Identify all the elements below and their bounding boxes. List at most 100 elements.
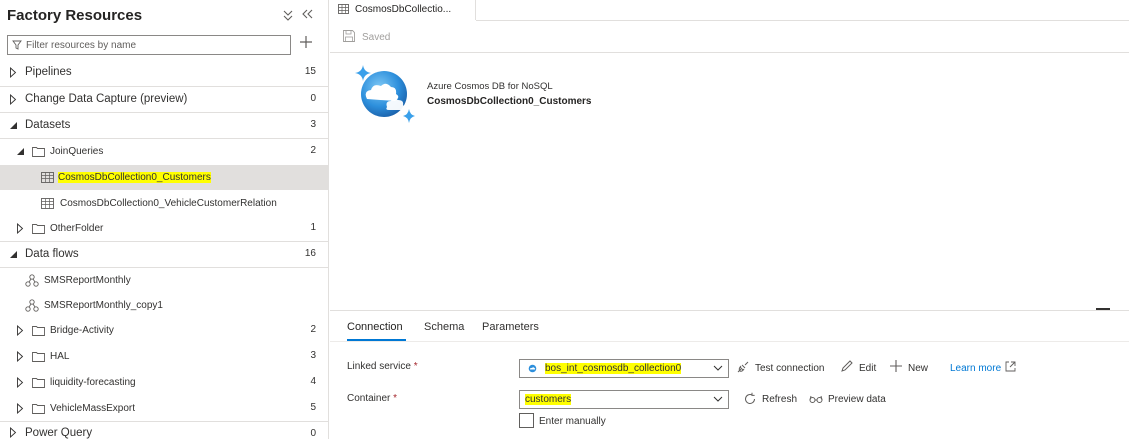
save-icon	[343, 30, 355, 42]
tree-item-vehiclemassexport[interactable]: VehicleMassExport 5	[0, 396, 328, 422]
chevron-expanded-icon[interactable]	[16, 146, 26, 157]
tree-item-label: HAL	[50, 351, 70, 362]
tree-item-datasets[interactable]: Datasets 3	[0, 113, 328, 139]
test-connection-button[interactable]: Test connection	[755, 363, 825, 374]
tree-item-label: liquidity-forecasting	[50, 377, 136, 388]
chevron-right-icon[interactable]	[16, 376, 26, 389]
tree-item-pipelines[interactable]: Pipelines 15	[0, 60, 328, 86]
dataset-name: CosmosDbCollection0_Customers	[427, 96, 592, 107]
container-label: Container *	[347, 393, 398, 404]
item-count: 2	[310, 324, 316, 335]
tree-item-label: Data flows	[25, 248, 79, 260]
refresh-icon	[745, 392, 756, 405]
item-count: 4	[310, 376, 316, 387]
item-count: 3	[310, 350, 316, 361]
tree-item-liquidity-forecasting[interactable]: liquidity-forecasting 4	[0, 370, 328, 396]
table-icon	[41, 198, 54, 209]
tab-schema[interactable]: Schema	[424, 321, 464, 333]
filter-icon	[12, 40, 22, 50]
folder-icon	[32, 378, 45, 388]
tree-item-label: SMSReportMonthly_copy1	[44, 300, 163, 311]
tree-item-label: CosmosDbCollection0_Customers	[58, 172, 211, 183]
data-flow-icon	[25, 274, 39, 287]
tab-cosmosdbcollection[interactable]: CosmosDbCollectio...	[330, 0, 476, 20]
linked-service-dropdown[interactable]: bos_int_cosmosdb_collection0	[519, 359, 729, 378]
tree-item-hal[interactable]: HAL 3	[0, 344, 328, 370]
learn-more-link[interactable]: Learn more	[950, 363, 1001, 374]
tree-item-smsreportmonthly-copy1[interactable]: SMSReportMonthly_copy1	[0, 293, 328, 319]
tree-item-power-query[interactable]: Power Query 0	[0, 422, 328, 439]
preview-glasses-icon	[809, 395, 823, 403]
cosmos-db-small-icon	[528, 364, 537, 373]
folder-icon	[32, 404, 45, 414]
chevron-right-icon[interactable]	[9, 66, 19, 79]
table-icon	[338, 4, 349, 14]
tree-item-label: Change Data Capture (preview)	[25, 93, 188, 105]
chevron-right-icon[interactable]	[16, 222, 26, 235]
item-count: 5	[310, 402, 316, 413]
tab-connection[interactable]: Connection	[347, 321, 403, 333]
container-value: customers	[525, 394, 572, 405]
tree-item-label: Bridge-Activity	[50, 325, 114, 336]
linked-service-value: bos_int_cosmosdb_collection0	[545, 363, 682, 374]
tab-label: CosmosDbCollectio...	[355, 4, 452, 15]
linked-service-label: Linked service *	[347, 361, 418, 372]
chevron-right-icon[interactable]	[9, 426, 19, 439]
dataset-type: Azure Cosmos DB for NoSQL	[427, 81, 553, 92]
dataset-editor: CosmosDbCollectio... Saved Azure Cosmos …	[330, 0, 1129, 439]
cosmos-db-icon	[355, 65, 415, 123]
tree-item-label: SMSReportMonthly	[44, 275, 131, 286]
collapse-all-icon[interactable]	[282, 8, 294, 22]
tree-item-cosmosdbcollection0-customers[interactable]: CosmosDbCollection0_Customers	[0, 165, 328, 190]
folder-icon	[32, 147, 45, 157]
tree-item-joinqueries[interactable]: JoinQueries 2	[0, 139, 328, 165]
data-flow-icon	[25, 299, 39, 312]
folder-icon	[32, 326, 45, 336]
tree-item-cosmosdbcollection0-vehiclecustomerrelation[interactable]: CosmosDbCollection0_VehicleCustomerRelat…	[0, 191, 328, 217]
edit-icon	[841, 360, 853, 372]
tree-item-smsreportmonthly[interactable]: SMSReportMonthly	[0, 268, 328, 294]
table-icon	[41, 172, 54, 183]
container-dropdown[interactable]: customers	[519, 390, 729, 409]
tree-item-otherfolder[interactable]: OtherFolder 1	[0, 216, 328, 242]
tree-item-label: Power Query	[25, 427, 93, 439]
external-link-icon[interactable]	[1005, 361, 1016, 372]
chevron-right-icon[interactable]	[9, 93, 19, 106]
panel-title: Factory Resources	[7, 7, 143, 24]
chevron-right-icon[interactable]	[16, 324, 26, 337]
item-count: 0	[310, 93, 316, 104]
chevron-expanded-icon[interactable]	[9, 120, 19, 131]
filter-input[interactable]	[26, 37, 286, 53]
saved-status: Saved	[362, 32, 391, 43]
preview-data-button[interactable]: Preview data	[828, 394, 886, 405]
item-count: 16	[304, 248, 316, 259]
chevron-right-icon[interactable]	[16, 350, 26, 363]
hide-panel-icon[interactable]	[301, 7, 313, 21]
enter-manually-checkbox[interactable]	[519, 413, 534, 428]
refresh-button[interactable]: Refresh	[762, 394, 797, 405]
tree-item-label: VehicleMassExport	[50, 403, 136, 414]
filter-resources-box[interactable]	[7, 35, 291, 55]
item-count: 3	[310, 119, 316, 130]
chevron-down-icon	[713, 365, 723, 371]
edit-button[interactable]: Edit	[859, 363, 876, 374]
tree-item-label: OtherFolder	[50, 223, 104, 234]
item-count: 0	[310, 428, 316, 439]
chevron-right-icon[interactable]	[16, 402, 26, 415]
new-button[interactable]: New	[908, 363, 928, 374]
tab-parameters[interactable]: Parameters	[482, 321, 539, 333]
item-count: 2	[310, 145, 316, 156]
add-resource-icon[interactable]	[298, 34, 314, 50]
factory-resources-panel: Factory Resources Pipelines 15 Change Da…	[0, 0, 329, 439]
chevron-expanded-icon[interactable]	[9, 249, 19, 260]
tree-item-change-data-capture[interactable]: Change Data Capture (preview) 0	[0, 87, 328, 113]
folder-icon	[32, 352, 45, 362]
chevron-down-icon	[713, 396, 723, 402]
tree-item-label: JoinQueries	[50, 146, 104, 157]
tree-item-label: Datasets	[25, 119, 71, 131]
test-connection-icon	[737, 361, 749, 373]
enter-manually-label: Enter manually	[539, 416, 606, 427]
folder-icon	[32, 224, 45, 234]
tree-item-data-flows[interactable]: Data flows 16	[0, 242, 328, 268]
tree-item-bridge-activity[interactable]: Bridge-Activity 2	[0, 318, 328, 344]
